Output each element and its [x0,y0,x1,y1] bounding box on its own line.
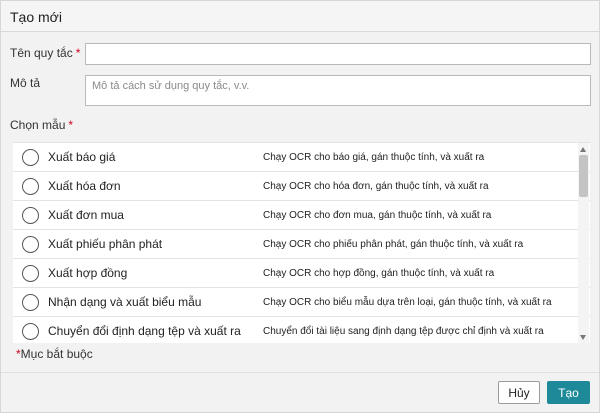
template-description: Chạy OCR cho đơn mua, gán thuộc tính, và… [263,210,492,221]
template-name: Xuất báo giá [48,150,116,164]
radio-button[interactable] [22,207,39,224]
dialog-title: Tạo mới [10,9,62,25]
rule-name-input[interactable] [85,43,591,65]
template-row[interactable]: Xuất hóa đơn Chạy OCR cho hóa đơn, gán th… [13,172,590,201]
radio-button[interactable] [22,178,39,195]
scrollbar-thumb[interactable] [579,155,588,197]
template-list: Xuất báo giá Chạy OCR cho báo giá, gán th… [13,142,590,343]
scroll-down-arrow-icon[interactable] [580,335,586,340]
radio-button[interactable] [22,265,39,282]
template-name: Xuất hóa đơn [48,179,121,193]
list-scrollbar[interactable] [578,143,589,343]
radio-button[interactable] [22,323,39,340]
template-description: Chuyển đổi tài liệu sang định dạng tệp đ… [263,326,544,337]
template-name: Xuất phiếu phân phát [48,237,163,251]
template-description: Chạy OCR cho biểu mẫu dựa trên loại, gán… [263,297,552,308]
radio-button[interactable] [22,236,39,253]
template-description: Chạy OCR cho hợp đồng, gán thuộc tính, v… [263,268,495,279]
template-description: Chạy OCR cho phiếu phân phát, gán thuộc … [263,239,524,250]
footer-divider [1,372,599,373]
required-asterisk: * [75,46,81,60]
rule-name-label: Tên quy tắc * [10,46,81,60]
scroll-up-arrow-icon[interactable] [580,147,586,152]
radio-button[interactable] [22,149,39,166]
required-note: *Mục bắt buộc [16,347,93,361]
template-row[interactable]: Xuất báo giá Chạy OCR cho báo giá, gán th… [13,143,590,172]
cancel-button[interactable]: Hủy [498,381,540,404]
template-name: Nhận dạng và xuất biểu mẫu [48,295,202,309]
template-row[interactable]: Xuất phiếu phân phát Chạy OCR cho phiếu p… [13,230,590,259]
description-textarea[interactable] [85,75,591,106]
create-rule-dialog: Tạo mới Tên quy tắc* Mô tả Chọn mẫu* Xuấ… [0,0,600,413]
template-row[interactable]: Chuyển đổi định dạng tệp và xuất ra Chuyể… [13,317,590,343]
template-row[interactable]: Xuất đơn mua Chạy OCR cho đơn mua, gán th… [13,201,590,230]
create-button[interactable]: Tạo [547,381,590,404]
template-row[interactable]: Xuất hợp đồng Chạy OCR cho hợp đồng, gán … [13,259,590,288]
template-description: Chạy OCR cho hóa đơn, gán thuộc tính, và… [263,181,489,192]
template-row[interactable]: Nhận dạng và xuất biểu mẫu Chạy OCR cho b… [13,288,590,317]
template-description: Chạy OCR cho báo giá, gán thuộc tính, và… [263,152,485,163]
template-name: Chuyển đổi định dạng tệp và xuất ra [48,324,241,338]
template-label: Chọn mẫu * [10,118,74,132]
required-asterisk: * [68,118,74,132]
dialog-header: Tạo mới [1,1,599,32]
template-name: Xuất đơn mua [48,208,124,222]
template-name: Xuất hợp đồng [48,266,128,280]
description-label: Mô tả [10,76,41,90]
radio-button[interactable] [22,294,39,311]
